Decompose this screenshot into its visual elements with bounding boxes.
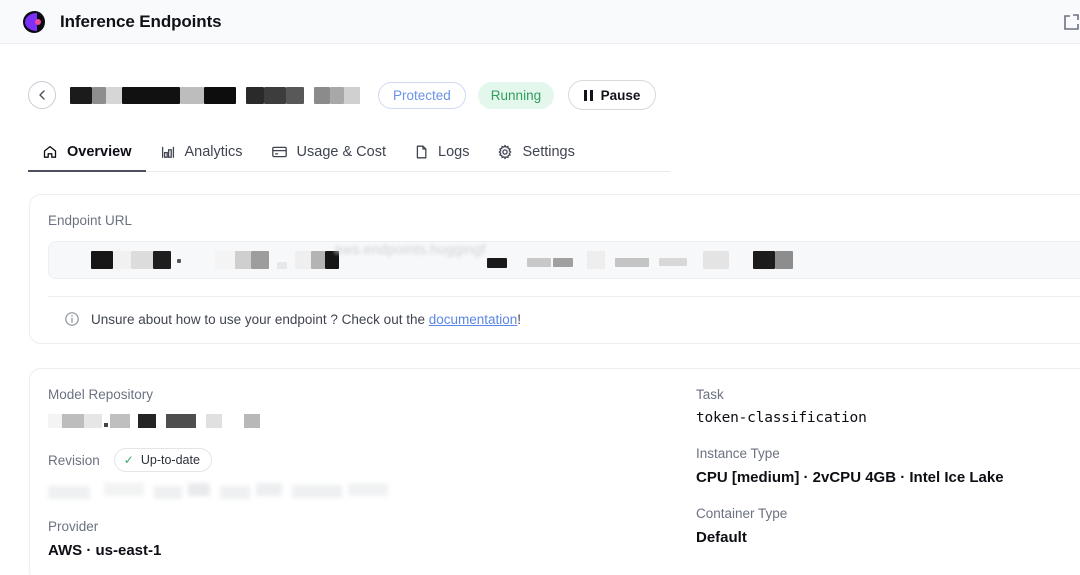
app-header: Inference Endpoints <box>0 0 1080 44</box>
endpoint-url-ghost-text: aws.endpoints.huggingf <box>334 241 486 257</box>
file-icon <box>416 145 427 159</box>
instance-type-value: CPU [medium] · 2vCPU 4GB · Intel Ice Lak… <box>696 469 1004 486</box>
endpoint-header-row: Protected Running Pause <box>0 44 1080 110</box>
tab-logs[interactable]: Logs <box>400 144 483 171</box>
endpoint-url-label: Endpoint URL <box>48 213 133 228</box>
instance-type-group: Instance Type CPU [medium] · 2vCPU 4GB ·… <box>696 446 1080 486</box>
huggingface-endpoints-logo-icon <box>22 10 46 34</box>
bar-chart-icon <box>161 146 174 158</box>
revision-status-badge: ✓ Up-to-date <box>113 448 212 472</box>
info-column-left: Model Repository Revision ✓ Up-to-date P… <box>48 387 696 564</box>
app-title: Inference Endpoints <box>60 11 222 31</box>
external-link-icon[interactable] <box>1062 13 1080 31</box>
container-type-group: Container Type Default <box>696 506 1080 546</box>
card-icon <box>271 146 287 158</box>
provider-label: Provider <box>48 519 99 534</box>
tab-label: Analytics <box>184 144 243 160</box>
task-label: Task <box>696 387 724 402</box>
endpoint-url-card: Endpoint URL aws.endpoints.huggingf Unsu… <box>29 194 1080 344</box>
revision-value-redacted <box>48 483 388 499</box>
tab-usage-and-cost[interactable]: Usage & Cost <box>257 144 400 171</box>
model-repository-value-redacted <box>48 414 308 428</box>
tab-analytics[interactable]: Analytics <box>146 144 257 171</box>
revision-group: Revision ✓ Up-to-date <box>48 448 696 499</box>
documentation-note: Unsure about how to use your endpoint ? … <box>48 297 1080 327</box>
tab-label: Overview <box>67 144 132 160</box>
endpoint-url-input[interactable]: aws.endpoints.huggingf <box>48 241 1080 279</box>
revision-status-label: Up-to-date <box>140 453 200 467</box>
pause-button[interactable]: Pause <box>568 80 657 110</box>
tab-label: Usage & Cost <box>296 144 386 160</box>
tab-settings[interactable]: Settings <box>483 144 588 171</box>
back-button[interactable] <box>28 81 56 109</box>
provider-group: Provider AWS · us-east-1 <box>48 519 696 559</box>
note-text-before: Unsure about how to use your endpoint ? … <box>91 311 429 327</box>
check-icon: ✓ <box>123 453 134 467</box>
documentation-note-text: Unsure about how to use your endpoint ? … <box>91 312 521 327</box>
container-type-label: Container Type <box>696 506 788 521</box>
status-badge: Running <box>477 81 555 109</box>
endpoint-name-redacted <box>70 82 360 108</box>
model-repository-group: Model Repository <box>48 387 696 428</box>
pause-button-label: Pause <box>600 87 641 103</box>
pause-icon <box>584 89 593 101</box>
gear-icon <box>498 144 512 160</box>
provider-value: AWS · us-east-1 <box>48 542 162 559</box>
task-value: token-classification <box>696 410 867 426</box>
protected-badge: Protected <box>378 81 466 109</box>
documentation-link[interactable]: documentation <box>429 312 518 327</box>
tab-label: Settings <box>522 144 575 160</box>
endpoint-info-card: Model Repository Revision ✓ Up-to-date P… <box>29 368 1080 575</box>
arrow-left-icon <box>39 90 45 100</box>
note-text-after: ! <box>517 311 522 327</box>
revision-row: Revision ✓ Up-to-date <box>48 448 696 472</box>
instance-type-label: Instance Type <box>696 446 780 461</box>
info-column-right: Task token-classification Instance Type … <box>696 387 1080 564</box>
endpoint-url-value-redacted <box>67 251 1077 269</box>
model-repository-label: Model Repository <box>48 387 154 402</box>
home-icon <box>43 145 57 158</box>
endpoint-tabs: Overview Analytics Usage & Cost Logs Set… <box>28 134 670 172</box>
tab-label: Logs <box>438 144 470 160</box>
revision-label: Revision <box>48 452 100 468</box>
container-type-value: Default <box>696 529 747 546</box>
tab-overview[interactable]: Overview <box>28 144 146 172</box>
info-circle-icon <box>65 312 79 326</box>
task-group: Task token-classification <box>696 387 1080 426</box>
page-body: Protected Running Pause Overview Analyti… <box>0 44 1080 575</box>
